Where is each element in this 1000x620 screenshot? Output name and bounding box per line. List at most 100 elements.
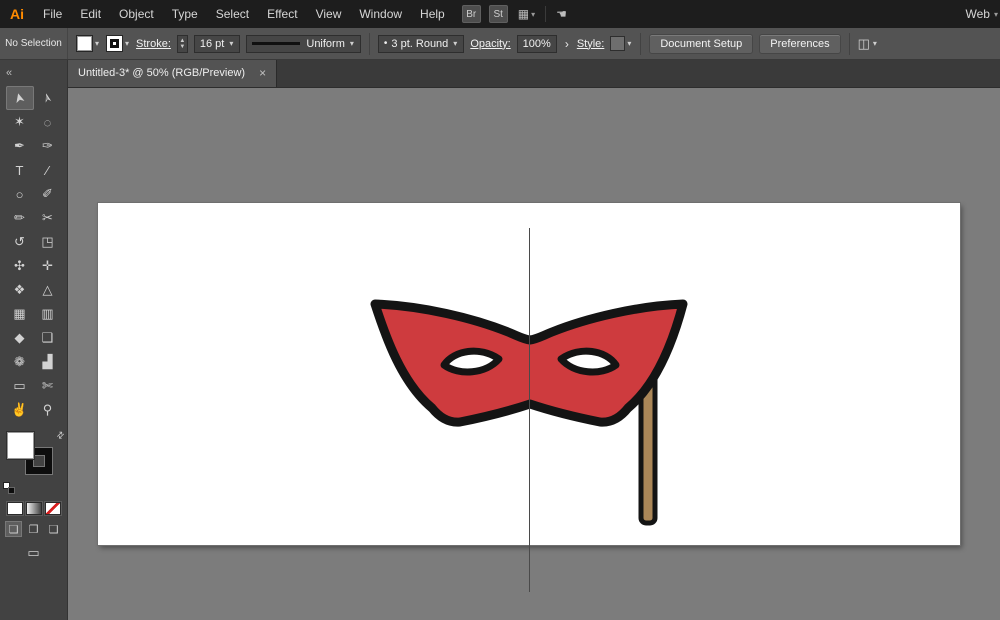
selection-tool[interactable]: ➤ [6,86,34,110]
ellipse-tool[interactable]: ○ [6,182,34,206]
width-tool[interactable]: ✣ [6,254,34,278]
line-segment-tool[interactable]: ∕ [34,158,62,182]
fill-swatch-icon [76,35,93,52]
paintbrush-tool[interactable]: ✐ [34,182,62,206]
perspective-grid-icon: △ [43,282,53,298]
fill-indicator[interactable] [7,432,34,459]
chevron-down-icon: ▾ [531,10,535,19]
stroke-weight-field[interactable]: 16 pt ▾ [194,35,240,53]
workspace-label: Web [966,7,990,21]
workspace-switcher[interactable]: Web ▾ [966,7,1000,21]
drawing-modes-row: ❏ ❐ ❑ [0,521,67,537]
shape-builder-tool[interactable]: ❖ [6,278,34,302]
swap-fill-stroke-icon[interactable]: ⇄ [55,429,68,442]
draw-behind-button[interactable]: ❐ [25,521,42,537]
curvature-tool[interactable]: ✑ [34,134,62,158]
opacity-label[interactable]: Opacity: [470,38,510,50]
scissors-tool[interactable]: ✂ [34,206,62,230]
stroke-profile-preview [252,42,300,45]
style-label[interactable]: Style: [577,38,605,50]
chevron-down-icon: ▾ [994,10,998,19]
zoom-tool[interactable]: ⚲ [34,398,62,422]
collapse-panel-button[interactable]: « [0,60,67,86]
symbol-sprayer-icon: ❁ [14,354,25,370]
free-transform-icon: ✛ [42,258,53,274]
slice-tool[interactable]: ✄ [34,374,62,398]
menu-view[interactable]: View [307,0,351,28]
gradient-button[interactable] [26,502,42,515]
direct-selection-tool[interactable]: ➢ [34,86,62,110]
width-profile-value: Uniform [306,38,345,50]
stroke-label[interactable]: Stroke: [136,38,171,50]
lasso-tool[interactable]: ◌ [34,110,62,134]
menu-effect[interactable]: Effect [258,0,306,28]
gradient-tool[interactable]: ▥ [34,302,62,326]
menu-help[interactable]: Help [411,0,454,28]
mesh-icon: ▦ [13,306,25,322]
draw-normal-button[interactable]: ❏ [5,521,22,537]
brush-definition-dropdown[interactable]: • 3 pt. Round ▾ [378,35,464,53]
blend-tool[interactable]: ❑ [34,326,62,350]
close-tab-icon[interactable]: × [259,66,266,80]
lasso-icon: ◌ [44,115,52,130]
default-fill-stroke-icon[interactable] [3,482,15,494]
menu-file[interactable]: File [34,0,71,28]
menu-object[interactable]: Object [110,0,163,28]
pen-tool[interactable]: ✒ [6,134,34,158]
canvas-area[interactable] [68,88,1000,620]
type-tool[interactable]: T [6,158,34,182]
transform-options-button[interactable]: ◫ ▾ [858,36,878,52]
bridge-button[interactable]: Br [462,5,481,23]
tools-panel: « ➤➢✶◌✒✑T∕○✐✏✂↺◳✣✛❖△▦▥◆❑❁▟▭✄✌⚲ ⇄ ❏ ❐ ❑ ▭ [0,60,68,620]
free-transform-tool[interactable]: ✛ [34,254,62,278]
stroke-color-control[interactable]: ▾ [106,35,130,52]
document-setup-button[interactable]: Document Setup [649,34,753,54]
menu-window[interactable]: Window [350,0,411,28]
control-bar-body: ▾ ▾ Stroke: ▲ ▼ 16 pt ▾ Uniform ▾ • 3 pt… [68,33,1000,55]
opacity-field[interactable]: 100% [517,35,557,53]
mask-right-eye-shape[interactable] [561,351,616,372]
menu-type[interactable]: Type [163,0,207,28]
touch-workspace-icon: ☚ [556,7,567,21]
style-dropdown[interactable]: ▾ [610,36,632,51]
symbol-sprayer-tool[interactable]: ❁ [6,350,34,374]
arrange-documents-button[interactable]: ▦ ▾ [518,7,535,21]
screen-mode-button[interactable]: ▭ [27,545,39,561]
chevron-down-icon: ▾ [94,38,100,49]
paint-type-row [0,502,67,515]
none-button[interactable] [45,502,61,515]
draw-inside-button[interactable]: ❑ [45,521,62,537]
fill-color-control[interactable]: ▾ [76,35,100,52]
menu-select[interactable]: Select [207,0,258,28]
mesh-tool[interactable]: ▦ [6,302,34,326]
preferences-button[interactable]: Preferences [759,34,840,54]
chevron-down-icon: ▾ [124,38,130,49]
stroke-weight-value: 16 pt [200,38,224,50]
scale-tool[interactable]: ◳ [34,230,62,254]
hand-tool[interactable]: ✌ [6,398,34,422]
document-tab[interactable]: Untitled-3* @ 50% (RGB/Preview) × [68,59,277,87]
magic-wand-tool[interactable]: ✶ [6,110,34,134]
default-stroke-square [8,487,15,494]
menu-edit[interactable]: Edit [71,0,110,28]
document-tab-bar: Untitled-3* @ 50% (RGB/Preview) × [68,60,1000,88]
mask-left-eye-shape[interactable] [444,351,499,372]
opacity-panel-arrow-icon[interactable]: › [563,37,571,51]
width-profile-dropdown[interactable]: Uniform ▾ [246,35,361,53]
control-bar: No Selection ▾ ▾ Stroke: ▲ ▼ 16 pt ▾ Uni… [0,28,1000,60]
stock-button[interactable]: St [489,5,508,23]
rotate-tool[interactable]: ↺ [6,230,34,254]
touch-workspace-button[interactable]: ☚ [556,7,567,21]
menu-bar-items: FileEditObjectTypeSelectEffectViewWindow… [34,0,454,28]
perspective-grid-tool[interactable]: △ [34,278,62,302]
rotate-icon: ↺ [14,234,25,250]
eyedropper-tool[interactable]: ◆ [6,326,34,350]
stroke-weight-stepper[interactable]: ▲ ▼ [177,35,188,53]
artboard-tool[interactable]: ▭ [6,374,34,398]
illustrator-logo[interactable]: Ai [0,6,34,22]
color-button[interactable] [7,502,23,515]
pencil-tool[interactable]: ✏ [6,206,34,230]
line-segment-icon: ∕ [46,163,48,178]
column-graph-tool[interactable]: ▟ [34,350,62,374]
scale-icon: ◳ [41,234,53,250]
